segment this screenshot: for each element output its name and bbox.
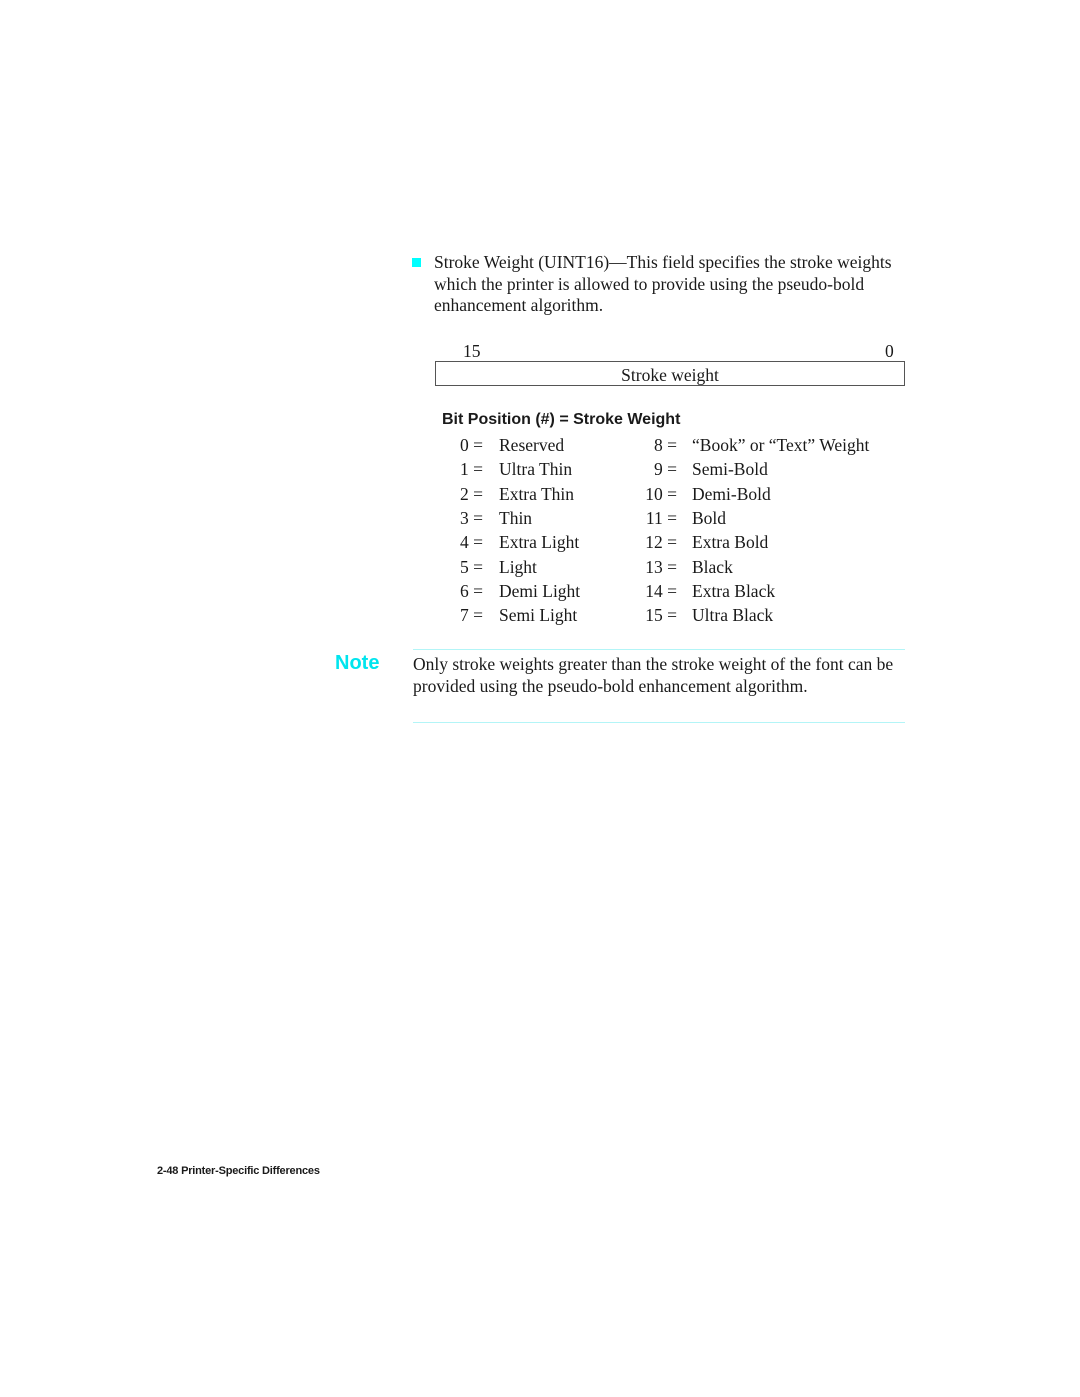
stroke-weight-name: Extra Bold: [692, 532, 769, 553]
stroke-weight-name: Extra Black: [692, 580, 776, 601]
stroke-weight-name: Black: [692, 556, 733, 577]
square-bullet-icon: [412, 258, 421, 267]
stroke-weight-name: Ultra Black: [692, 605, 774, 626]
bit-position: 11 =: [645, 507, 677, 528]
bit-high-label: 15: [463, 341, 481, 361]
stroke-weight-name: Semi-Bold: [692, 459, 768, 480]
bit-position: 0 =: [460, 435, 483, 455]
bit-position: 9 =: [654, 459, 677, 480]
bit-position: 4 =: [460, 532, 483, 553]
bit-position: 2 =: [460, 483, 483, 504]
stroke-weight-name: Light: [499, 556, 537, 577]
bit-position: 12 =: [645, 532, 677, 553]
stroke-weight-name: Extra Thin: [499, 483, 575, 504]
bit-position: 7 =: [460, 605, 483, 626]
stroke-weight-name: “Book” or “Text” Weight: [692, 435, 870, 455]
stroke-weight-name: Reserved: [499, 435, 565, 455]
bit-position: 3 =: [460, 507, 483, 528]
stroke-weight-name: Ultra Thin: [499, 459, 573, 480]
intro-paragraph: Stroke Weight (UINT16)—This field specif…: [434, 252, 892, 315]
bit-position: 1 =: [460, 459, 483, 480]
bit-position: 13 =: [645, 556, 677, 577]
stroke-weight-name: Semi Light: [499, 605, 578, 626]
bit-position: 10 =: [645, 483, 677, 504]
bit-position: 15 =: [645, 605, 677, 626]
bit-low-label: 0: [885, 341, 894, 361]
stroke-weight-name: Demi-Bold: [692, 483, 771, 504]
bit-position: 14 =: [645, 580, 677, 601]
bit-position: 5 =: [460, 556, 483, 577]
stroke-weight-name: Extra Light: [499, 532, 580, 553]
note-top-rule: [413, 649, 905, 650]
bit-position: 6 =: [460, 580, 483, 601]
page-footer: 2-48 Printer-Specific Differences: [157, 1165, 320, 1177]
bit-field-box: Stroke weight: [435, 361, 905, 386]
stroke-weight-name: Bold: [692, 507, 727, 528]
table-title: Bit Position (#) = Stroke Weight: [442, 411, 681, 428]
stroke-weight-name: Demi Light: [499, 580, 581, 601]
note-label: Note: [335, 652, 380, 674]
bit-position: 8 =: [654, 435, 677, 455]
note-text: Only stroke weights greater than the str…: [413, 654, 894, 696]
stroke-weight-name: Thin: [499, 507, 533, 528]
note-bottom-rule: [413, 722, 905, 723]
